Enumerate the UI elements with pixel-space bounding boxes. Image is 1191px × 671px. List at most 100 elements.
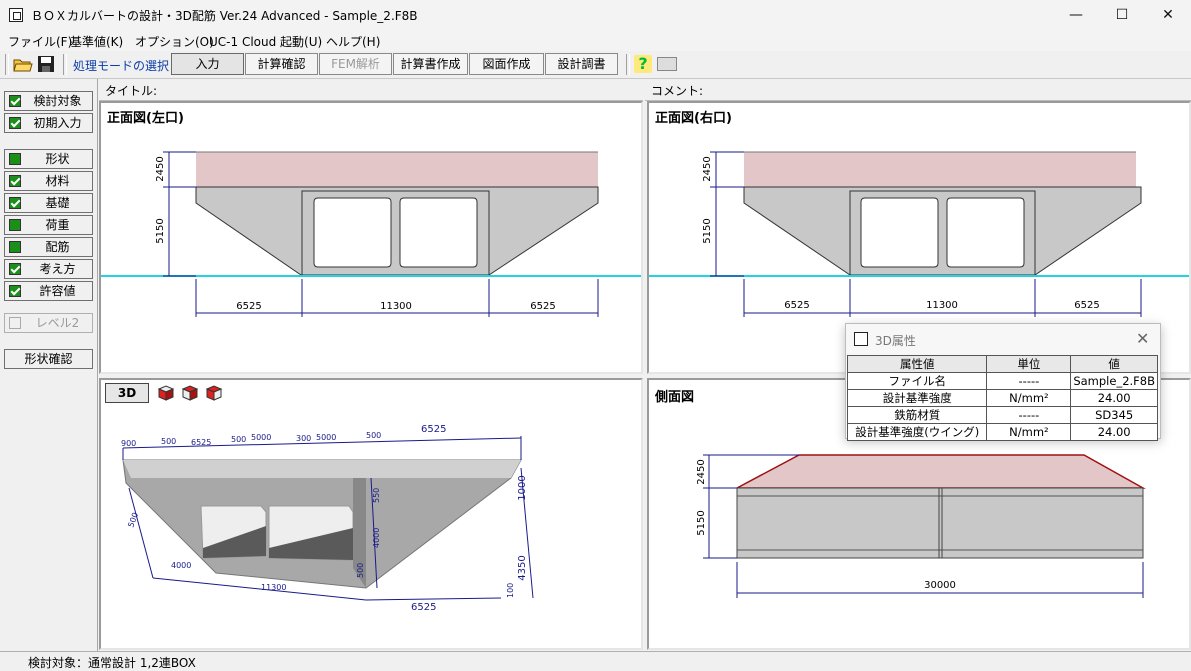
dim-label: 6525 xyxy=(421,424,446,435)
sidebar-item-rebar[interactable]: 配筋 xyxy=(4,237,93,257)
front-view-left-drawing: 2450 5150 6525 11300 6525 xyxy=(101,151,641,317)
sidebar-item-level2[interactable]: レベル2 xyxy=(4,313,93,333)
dialog-title: 3D属性 xyxy=(875,334,916,348)
dim-label: 5000 xyxy=(316,433,336,442)
fill-soil-region xyxy=(744,152,1136,187)
title-header: タイトル: xyxy=(99,79,643,101)
shape-check-button[interactable]: 形状確認 xyxy=(4,349,93,369)
menu-file[interactable]: ファイル(F) xyxy=(8,33,72,50)
sidebar-item-material[interactable]: 材料 xyxy=(4,171,93,191)
dim-label: 2450 xyxy=(155,156,166,181)
sidebar-item-label: 基礎 xyxy=(45,196,70,210)
table-cell: 設計基準強度 xyxy=(846,389,988,407)
dialog-close-icon[interactable]: ✕ xyxy=(1136,329,1149,348)
sidebar-item-label: 荷重 xyxy=(45,218,70,232)
table-row: 設計基準強度(ウイング) N/mm² 24.00 xyxy=(846,423,1158,441)
view-3d-panel[interactable]: 3D 900 500 6525 500 5000 300 5000 500 65… xyxy=(99,378,643,650)
culvert-cell-right xyxy=(946,197,1025,268)
cube-side-icon[interactable] xyxy=(181,384,199,402)
table-row: 鉄筋材質 ----- SD345 xyxy=(846,406,1158,424)
dim-label: 1000 xyxy=(517,475,528,500)
sidebar-item-label: 検討対象 xyxy=(33,94,82,108)
toolbar: 処理モードの選択 入力 計算確認 FEM解析 計算書作成 図面作成 設計調書 ? xyxy=(0,51,1191,79)
dim-label: 300 xyxy=(296,434,311,443)
sidebar: 検討対象 初期入力 形状 材料 基礎 荷重 配筋 考え方 許容値 レベル2 形状… xyxy=(0,79,98,651)
mode-input-button[interactable]: 入力 xyxy=(171,53,244,75)
front-view-left-panel[interactable]: 正面図(左口) 2450 5150 6525 11300 6525 xyxy=(99,101,643,374)
view-3d-button[interactable]: 3D xyxy=(105,383,149,403)
table-cell: 24.00 xyxy=(1070,389,1158,407)
attribute-table: 属性値 単位 値 ファイル名 ----- Sample_2.F8B 設計基準強度… xyxy=(846,355,1158,441)
table-cell: Sample_2.F8B xyxy=(1070,372,1158,390)
table-cell: ----- xyxy=(986,372,1072,390)
dim-label: 11300 xyxy=(380,301,412,312)
sidebar-item-target[interactable]: 検討対象 xyxy=(4,91,93,111)
dim-label: 500 xyxy=(366,431,381,440)
dim-label: 11300 xyxy=(926,300,958,311)
toolbar-separator xyxy=(626,54,630,75)
table-cell: SD345 xyxy=(1070,406,1158,424)
menu-uc1-cloud[interactable]: UC-1 Cloud 起動(U) xyxy=(209,33,322,50)
sidebar-item-initial-input[interactable]: 初期入力 xyxy=(4,113,93,133)
title-label: タイトル: xyxy=(105,84,158,98)
sidebar-item-label: 許容値 xyxy=(39,284,76,298)
menu-standards[interactable]: 基準値(K) xyxy=(70,33,123,50)
menu-bar: ファイル(F) 基準値(K) オプション(O) UC-1 Cloud 起動(U)… xyxy=(0,31,1191,51)
table-cell: 鉄筋材質 xyxy=(846,406,988,424)
cube-top-icon[interactable] xyxy=(205,384,223,402)
save-icon[interactable] xyxy=(37,55,55,73)
dim-label: 5150 xyxy=(155,218,166,243)
table-row: ファイル名 ----- Sample_2.F8B xyxy=(846,372,1158,390)
sidebar-item-label: 材料 xyxy=(45,174,70,188)
sidebar-item-shape[interactable]: 形状 xyxy=(4,149,93,169)
menu-help[interactable]: ヘルプ(H) xyxy=(326,33,380,50)
sidebar-item-foundation[interactable]: 基礎 xyxy=(4,193,93,213)
dim-label: 6525 xyxy=(236,301,261,312)
cube-front-icon[interactable] xyxy=(157,384,175,402)
dim-label: 2450 xyxy=(696,459,707,484)
dim-label: 30000 xyxy=(924,580,956,591)
sidebar-item-approach[interactable]: 考え方 xyxy=(4,259,93,279)
dim-label: 550 xyxy=(372,488,381,503)
maximize-button[interactable]: ☐ xyxy=(1099,0,1145,31)
dim-label: 6525 xyxy=(1074,300,1099,311)
toolbar-separator xyxy=(63,54,67,75)
minimize-button[interactable]: — xyxy=(1053,0,1099,31)
dim-label: 6525 xyxy=(191,438,211,447)
comment-header: コメント: xyxy=(645,79,1191,101)
dim-label: 5150 xyxy=(702,218,713,243)
sidebar-item-load[interactable]: 荷重 xyxy=(4,215,93,235)
sidebar-item-label: 形状 xyxy=(45,152,70,166)
close-button[interactable]: ✕ xyxy=(1145,0,1191,31)
open-folder-icon[interactable] xyxy=(13,55,33,73)
dim-label: 900 xyxy=(121,439,136,448)
attribute-3d-dialog[interactable]: 3D属性 ✕ 属性値 単位 値 ファイル名 ----- Sample_2.F8B… xyxy=(845,323,1161,441)
table-cell: N/mm² xyxy=(986,423,1072,441)
menu-options[interactable]: オプション(O) xyxy=(135,33,214,50)
side-fill-region xyxy=(736,454,1146,489)
mode-fem-button[interactable]: FEM解析 xyxy=(319,53,392,75)
table-cell: N/mm² xyxy=(986,389,1072,407)
mode-calc-check-button[interactable]: 計算確認 xyxy=(245,53,318,75)
fill-soil-region xyxy=(196,152,598,187)
shape-check-label: 形状確認 xyxy=(24,352,73,366)
table-header: 単位 xyxy=(986,355,1072,373)
culvert-3d-top xyxy=(123,460,521,478)
dim-label: 500 xyxy=(161,437,176,446)
help-icon[interactable]: ? xyxy=(634,55,652,73)
dim-label: 11300 xyxy=(261,583,286,592)
sidebar-item-label: 考え方 xyxy=(39,262,76,276)
dim-label: 6525 xyxy=(530,301,555,312)
sidebar-item-allowable[interactable]: 許容値 xyxy=(4,281,93,301)
table-header: 属性値 xyxy=(846,355,988,373)
dim-label: 4350 xyxy=(517,555,528,580)
status-text: 検討対象：通常設計 1,2連BOX xyxy=(28,656,196,670)
dim-label: 4000 xyxy=(171,561,191,570)
sidebar-item-label: レベル2 xyxy=(35,316,80,330)
dim-label: 5150 xyxy=(696,510,707,535)
mode-report-button[interactable]: 計算書作成 xyxy=(393,53,468,75)
info-icon[interactable] xyxy=(657,57,677,71)
table-cell: 設計基準強度(ウイング) xyxy=(846,423,988,441)
mode-design-sheet-button[interactable]: 設計調書 xyxy=(545,53,618,75)
mode-drawing-button[interactable]: 図面作成 xyxy=(469,53,544,75)
